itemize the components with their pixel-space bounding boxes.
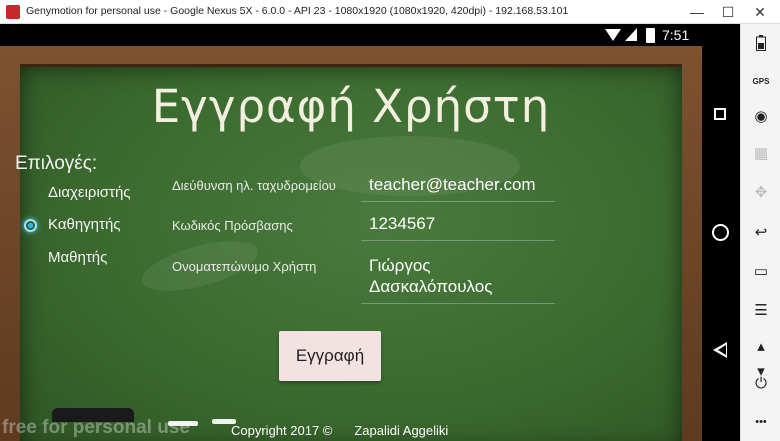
back-icon[interactable]: ↩ [741, 224, 780, 242]
android-nav-bar [702, 24, 740, 441]
window-titlebar: Genymotion for personal use - Google Nex… [0, 0, 780, 24]
camera-icon[interactable]: ◉ [741, 108, 780, 126]
window-title: Genymotion for personal use - Google Nex… [26, 5, 569, 17]
copyright-line: Copyright 2017 © Zapalidi Aggeliki [231, 423, 448, 438]
genymotion-toolbar: GPS ◉ ▦ ✥ ↩ ▭ ☰ ▴ ▾ ⏻ ••• [740, 24, 780, 441]
battery-icon[interactable] [741, 35, 780, 56]
role-label: Διαχειριστής [48, 184, 131, 201]
menu-icon[interactable]: ☰ [741, 302, 780, 320]
recents-nav-button[interactable] [714, 108, 726, 120]
watermark: free for personal use [2, 417, 190, 438]
signal-icon [625, 28, 637, 41]
maximize-button[interactable]: ☐ [716, 2, 740, 22]
copyright-text: Copyright 2017 © [231, 423, 333, 438]
genymotion-app-icon [6, 5, 20, 19]
battery-status-icon [646, 28, 655, 43]
app-screen: Εγγραφή Χρήστη Επιλογές: Διαχειριστής Κα… [0, 46, 702, 441]
password-field[interactable]: 1234567 [361, 212, 555, 241]
radio-checked-icon [24, 219, 37, 232]
author-name: Zapalidi Aggeliki [354, 423, 449, 438]
page-title: Εγγραφή Χρήστη [151, 80, 551, 133]
role-label: Μαθητής [48, 249, 108, 266]
minimize-button[interactable]: — [685, 2, 709, 22]
home-nav-button[interactable] [712, 224, 729, 241]
password-label: Κωδικός Πρόσβασης [172, 218, 293, 233]
register-button[interactable]: Εγγραφή [279, 331, 381, 381]
radio-unchecked-icon [24, 187, 37, 200]
email-label: Διεύθυνση ηλ. ταχυδρομείου [172, 178, 336, 193]
options-label: Επιλογές: [15, 153, 98, 174]
fullname-field[interactable]: Γιώργος Δασκαλόπουλος [361, 253, 555, 304]
role-label: Καθηγητής [48, 216, 121, 233]
android-status-bar: 7:51 [0, 24, 702, 46]
gps-icon[interactable]: GPS [741, 73, 780, 91]
status-time: 7:51 [662, 27, 690, 43]
more-icon[interactable]: ••• [741, 413, 780, 431]
fullname-label: Ονοματεπώνυμο Χρήστη [172, 259, 317, 274]
email-field[interactable]: teacher@teacher.com [361, 173, 555, 202]
power-icon[interactable]: ⏻ [741, 375, 780, 393]
wifi-icon [605, 29, 621, 41]
close-button[interactable]: ✕ [748, 2, 772, 22]
media-icon: ▦ [753, 145, 769, 162]
volume-up-icon[interactable]: ▴ [741, 338, 780, 356]
recent-apps-icon[interactable]: ▭ [741, 263, 780, 281]
radio-unchecked-icon [24, 252, 37, 265]
back-nav-button[interactable] [713, 342, 727, 358]
dpad-icon: ✥ [754, 184, 768, 201]
